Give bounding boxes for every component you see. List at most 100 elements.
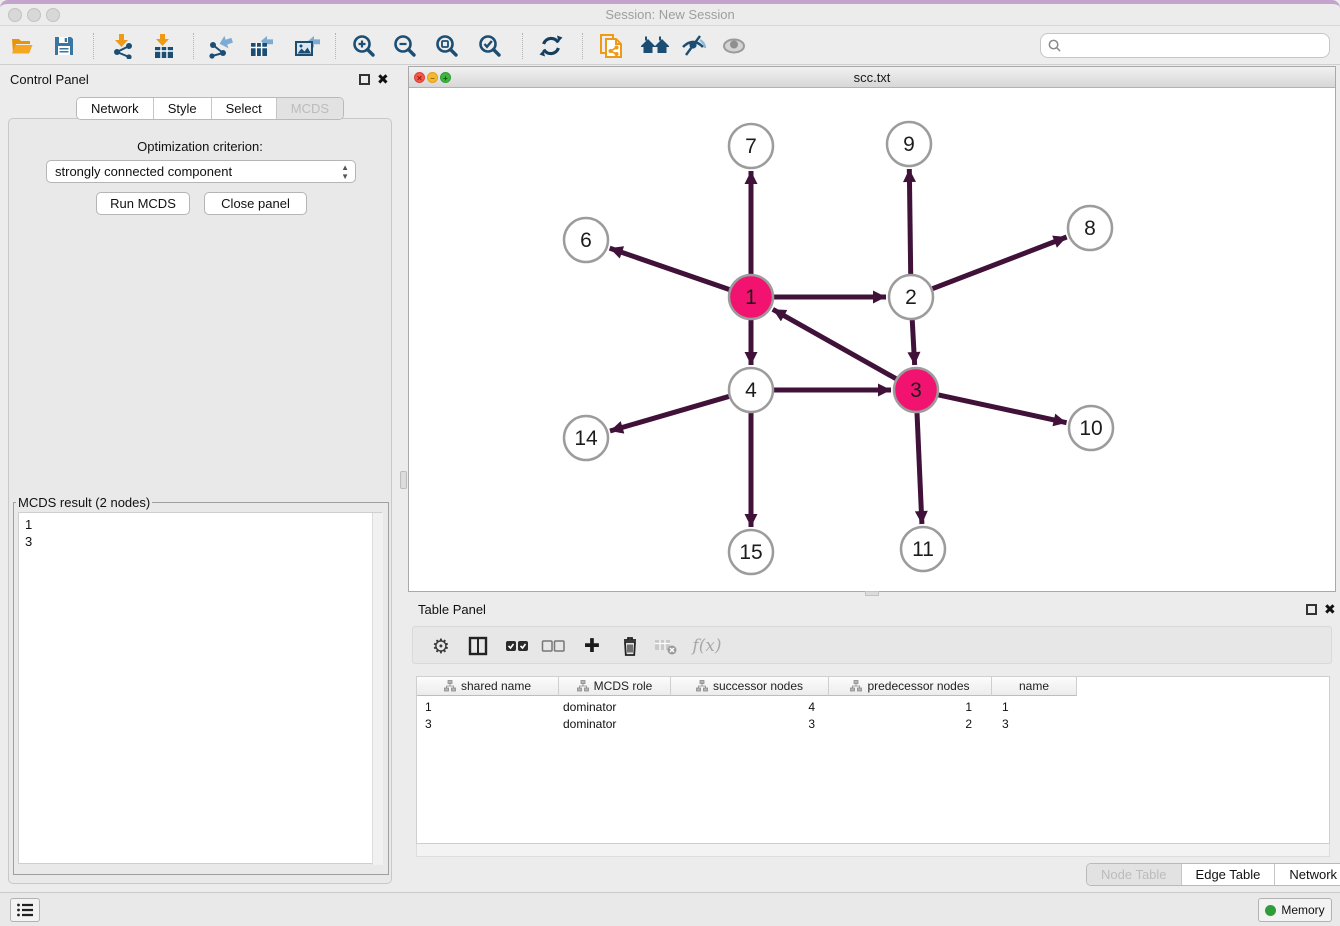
control-panel-title: Control Panel: [10, 72, 89, 87]
cell-mcds-role[interactable]: dominator: [559, 715, 671, 732]
import-network-button[interactable]: [106, 31, 140, 61]
create-column-button[interactable]: ✚: [576, 631, 608, 661]
save-floppy-icon: [52, 34, 76, 58]
graph-edge-2-8[interactable]: [932, 237, 1066, 289]
graph-node-9[interactable]: 9: [887, 122, 931, 166]
memory-button[interactable]: Memory: [1258, 898, 1332, 922]
apply-layout-button[interactable]: [534, 31, 568, 61]
run-mcds-label: Run MCDS: [110, 196, 176, 211]
tab-style[interactable]: Style: [154, 98, 212, 119]
open-session-button[interactable]: [5, 31, 39, 61]
zoom-in-icon: [351, 33, 377, 59]
network-canvas[interactable]: 7 9 6 8 1 2 4 3 14 10 15 11: [409, 88, 1335, 591]
select-all-columns-button[interactable]: [501, 631, 533, 661]
cell-shared-name[interactable]: 3: [417, 715, 559, 732]
graph-edge-2-9[interactable]: [909, 169, 910, 274]
graph-node-8[interactable]: 8: [1068, 206, 1112, 250]
import-table-button[interactable]: [147, 31, 181, 61]
unselect-all-columns-button[interactable]: [537, 631, 569, 661]
column-header-name[interactable]: name: [992, 677, 1077, 696]
run-mcds-button[interactable]: Run MCDS: [96, 192, 190, 215]
zoom-in-button[interactable]: [347, 31, 381, 61]
toolbar-separator: [193, 33, 194, 59]
delete-column-button[interactable]: [614, 631, 646, 661]
cell-successor-nodes[interactable]: 4: [671, 698, 829, 715]
plus-icon: ✚: [584, 635, 600, 658]
export-image-button[interactable]: [290, 31, 324, 61]
graph-node-14[interactable]: 14: [564, 416, 608, 460]
cell-predecessor-nodes[interactable]: 1: [829, 698, 992, 715]
zoom-fit-button[interactable]: [430, 31, 464, 61]
graph-node-3[interactable]: 3: [894, 368, 938, 412]
graph-node-4[interactable]: 4: [729, 368, 773, 412]
graph-node-2[interactable]: 2: [889, 275, 933, 319]
graph-node-10[interactable]: 10: [1069, 406, 1113, 450]
splitter-grip[interactable]: [400, 471, 407, 489]
hide-selected-button[interactable]: [677, 31, 711, 61]
table-settings-button[interactable]: ⚙: [425, 631, 457, 661]
zoom-out-button[interactable]: [388, 31, 422, 61]
graph-edge-1-6[interactable]: [610, 248, 730, 289]
graph-node-label: 2: [905, 286, 917, 309]
column-header-successor-nodes[interactable]: successor nodes: [671, 677, 829, 696]
status-bar: Memory: [0, 892, 1340, 926]
tab-network-table[interactable]: Network Table: [1275, 864, 1340, 885]
automation-panel-button[interactable]: [10, 898, 40, 922]
cell-successor-nodes[interactable]: 3: [671, 715, 829, 732]
network-canvas-svg[interactable]: 7 9 6 8 1 2 4 3 14 10 15 11: [409, 88, 1335, 591]
show-columns-button[interactable]: [462, 631, 494, 661]
table-horizontal-scrollbar[interactable]: [416, 844, 1330, 857]
show-all-button[interactable]: [717, 31, 751, 61]
export-network-button[interactable]: [203, 31, 237, 61]
graph-edge-3-10[interactable]: [938, 395, 1066, 423]
graph-edge-3-11[interactable]: [917, 413, 922, 524]
vertical-splitter[interactable]: [400, 66, 408, 888]
main-toolbar: [0, 26, 1340, 65]
search-input[interactable]: [1062, 36, 1329, 56]
export-table-button[interactable]: [244, 31, 278, 61]
close-panel-button[interactable]: Close panel: [204, 192, 307, 215]
criterion-dropdown[interactable]: strongly connected component ▲▼: [46, 160, 356, 183]
graph-node-11[interactable]: 11: [901, 527, 945, 571]
table-row[interactable]: 1 dominator 4 1 1: [417, 698, 1077, 715]
column-header-shared-name[interactable]: shared name: [417, 677, 559, 696]
column-header-predecessor-nodes[interactable]: predecessor nodes: [829, 677, 992, 696]
tab-node-table[interactable]: Node Table: [1087, 864, 1182, 885]
graph-node-label: 7: [745, 135, 757, 158]
close-table-panel-icon[interactable]: ✖: [1324, 601, 1336, 617]
cell-name[interactable]: 3: [992, 715, 1077, 732]
table-row[interactable]: 3 dominator 3 2 3: [417, 715, 1077, 732]
delete-table-button[interactable]: [650, 631, 682, 661]
search-box[interactable]: [1040, 33, 1330, 58]
float-panel-icon[interactable]: [359, 74, 370, 85]
graph-node-15[interactable]: 15: [729, 530, 773, 574]
cell-predecessor-nodes[interactable]: 2: [829, 715, 992, 732]
new-network-from-selection-button[interactable]: [595, 31, 629, 61]
cell-mcds-role[interactable]: dominator: [559, 698, 671, 715]
column-type-icon: [696, 680, 708, 692]
result-scrollbar[interactable]: [372, 513, 383, 865]
graph-edge-4-14[interactable]: [610, 396, 729, 431]
mcds-result-text[interactable]: 1 3: [18, 512, 382, 864]
graph-edge-3-1[interactable]: [773, 309, 896, 378]
close-panel-icon[interactable]: ✖: [377, 71, 389, 87]
mcds-result-title: MCDS result (2 nodes): [16, 495, 152, 510]
graph-edge-2-3[interactable]: [912, 320, 914, 365]
cell-name[interactable]: 1: [992, 698, 1077, 715]
graph-node-1[interactable]: 1: [729, 275, 773, 319]
network-window: ✕ − + scc.txt 7968124314101511: [408, 66, 1336, 592]
float-table-panel-icon[interactable]: [1306, 604, 1317, 615]
tab-mcds[interactable]: MCDS: [277, 98, 343, 119]
cell-shared-name[interactable]: 1: [417, 698, 559, 715]
graph-node-6[interactable]: 6: [564, 218, 608, 262]
tab-network[interactable]: Network: [77, 98, 154, 119]
tab-edge-table[interactable]: Edge Table: [1182, 864, 1276, 885]
first-neighbors-button[interactable]: [638, 31, 672, 61]
zoom-selected-button[interactable]: [473, 31, 507, 61]
function-builder-button[interactable]: f(x): [691, 631, 723, 661]
toolbar-separator: [522, 33, 523, 59]
tab-select[interactable]: Select: [212, 98, 277, 119]
column-header-mcds-role[interactable]: MCDS role: [559, 677, 671, 696]
save-session-button[interactable]: [47, 31, 81, 61]
graph-node-7[interactable]: 7: [729, 124, 773, 168]
